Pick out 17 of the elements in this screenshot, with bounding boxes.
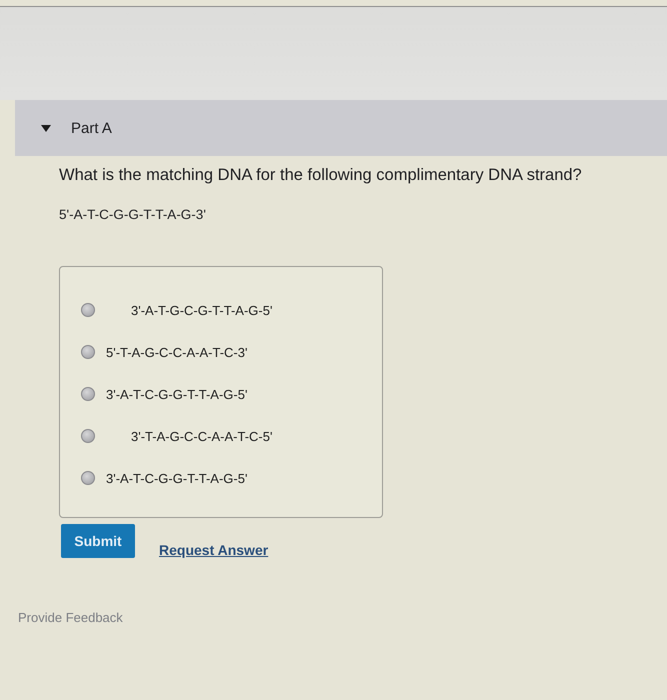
request-answer-link[interactable]: Request Answer: [159, 542, 268, 558]
caret-icon[interactable]: [41, 124, 51, 132]
radio-button[interactable]: [81, 387, 95, 401]
option-label[interactable]: 3'-A-T-C-G-G-T-T-A-G-5': [106, 470, 248, 486]
submit-button[interactable]: Submit: [61, 524, 135, 558]
radio-button[interactable]: [81, 471, 95, 485]
question-text: What is the matching DNA for the following complimentary DNA strand?: [59, 166, 582, 185]
option-label[interactable]: 3'-A-T-C-G-G-T-T-A-G-5': [106, 386, 248, 402]
radio-button[interactable]: [81, 303, 95, 317]
option-label[interactable]: 5'-T-A-G-C-C-A-A-T-C-3': [106, 344, 248, 360]
radio-button[interactable]: [81, 429, 95, 443]
option-label[interactable]: 3'-T-A-G-C-C-A-A-T-C-5': [131, 428, 272, 444]
part-header[interactable]: Part A: [15, 100, 667, 156]
option-label[interactable]: 3'-A-T-G-C-G-T-T-A-G-5': [131, 302, 272, 318]
radio-button[interactable]: [81, 345, 95, 359]
part-title: Part A: [71, 120, 112, 136]
dna-strand: 5'-A-T-C-G-G-T-T-A-G-3': [59, 207, 206, 222]
